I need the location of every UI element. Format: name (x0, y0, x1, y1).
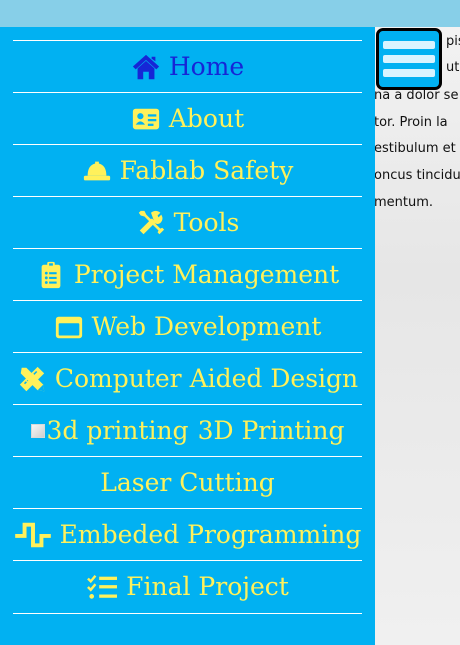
nav-item-label: Web Development (91, 312, 322, 341)
image-alt-text: 3d printing (46, 416, 189, 445)
square-wave-icon (14, 520, 52, 550)
nav-item-label: Project Management (73, 260, 340, 289)
nav-item-label: Computer Aided Design (54, 364, 359, 393)
background-text-line: utp (446, 60, 460, 75)
nav-item-label: About (168, 104, 245, 133)
browser-window-icon (54, 312, 84, 342)
nav-item-label: 3D Printing (197, 416, 345, 445)
clipboard-icon (36, 260, 66, 290)
nav-item-embeded-programming[interactable]: Embeded Programming (13, 508, 362, 560)
nav-item-tools[interactable]: Tools (13, 196, 362, 248)
nav-item-project-management[interactable]: Project Management (13, 248, 362, 300)
broken-image-icon: 3d printing (30, 416, 189, 445)
hamburger-bar (383, 69, 435, 77)
background-text-line: na a dolor se (375, 88, 459, 103)
pencil-ruler-icon (17, 364, 47, 394)
nav-item-label: Embeded Programming (59, 520, 362, 549)
image-placeholder-icon (30, 423, 45, 438)
nav-item-about[interactable]: About (13, 92, 362, 144)
nav-item-laser-cutting[interactable]: Laser Cutting (13, 456, 362, 508)
background-text-line: pis (446, 34, 460, 49)
top-bar (0, 0, 460, 27)
nav-item-final-project[interactable]: Final Project (13, 560, 362, 614)
nav-item-web-development[interactable]: Web Development (13, 300, 362, 352)
nav-item-label: Final Project (126, 572, 289, 602)
nav-item-fablab-safety[interactable]: Fablab Safety (13, 144, 362, 196)
nav-item-computer-aided-design[interactable]: Computer Aided Design (13, 352, 362, 404)
id-card-icon (131, 104, 161, 134)
tools-icon (136, 208, 166, 238)
nav-item-label: Fablab Safety (119, 156, 294, 185)
background-content: pis utp na a dolor se tor. Proin la esti… (375, 27, 460, 645)
hard-hat-icon (82, 156, 112, 186)
home-icon (131, 52, 161, 82)
background-text-line: oncus tincidu (375, 168, 460, 183)
background-text-line: estibulum et (375, 141, 456, 156)
hamburger-menu-button[interactable] (376, 28, 442, 90)
nav-item-label: Home (168, 52, 245, 81)
sidebar-menu: Home About Fablab Safety Tools Project M (0, 27, 375, 645)
background-text-line: mentum. (375, 195, 434, 210)
nav-item-3d-printing[interactable]: 3d printing 3D Printing (13, 404, 362, 456)
nav-item-label: Laser Cutting (100, 468, 275, 497)
hamburger-bar (383, 55, 435, 63)
hamburger-bar (383, 41, 435, 49)
nav-item-home[interactable]: Home (13, 40, 362, 92)
background-text-line: tor. Proin la (375, 115, 448, 130)
nav-item-label: Tools (173, 208, 240, 237)
checklist-icon (86, 572, 118, 602)
nav-list: Home About Fablab Safety Tools Project M (13, 40, 362, 614)
